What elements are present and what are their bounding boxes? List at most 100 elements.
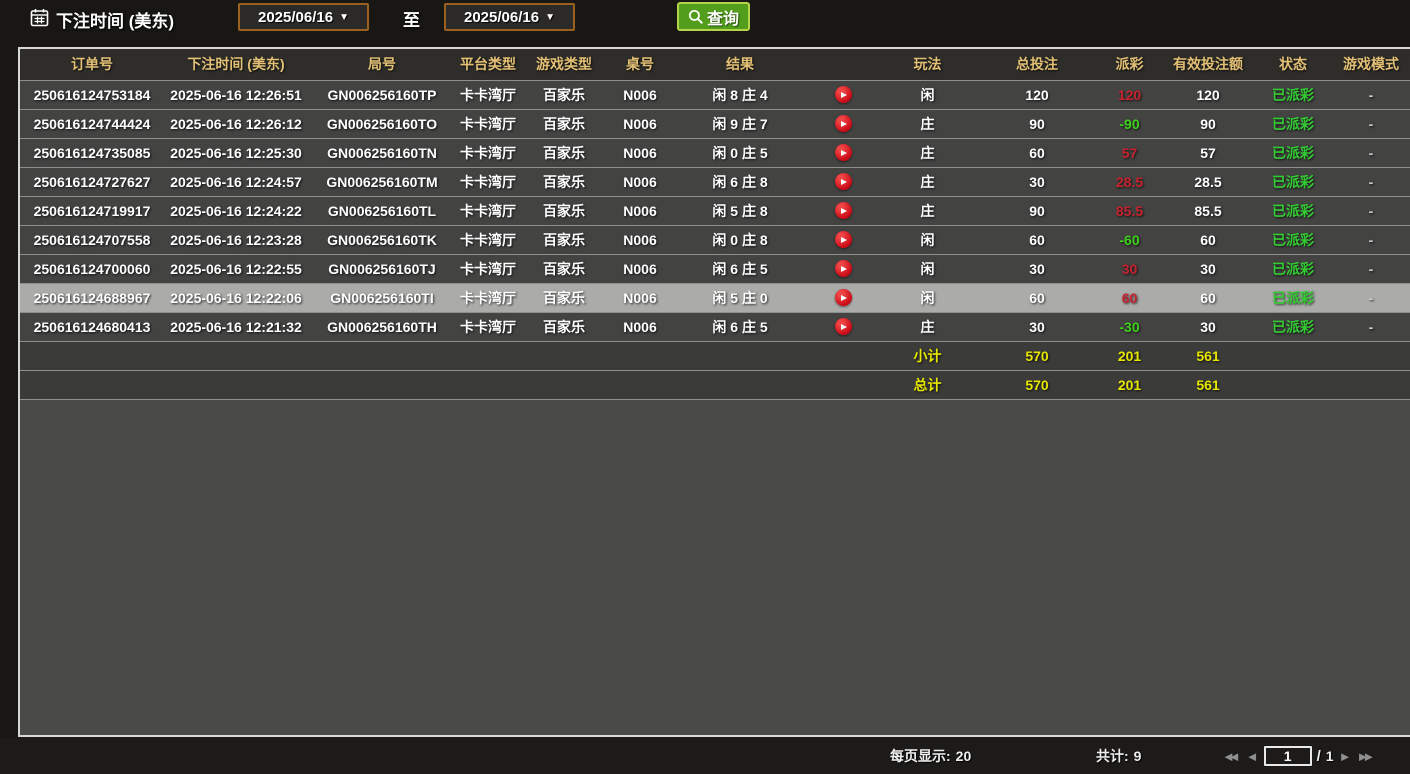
per-page-value: 20 [956, 748, 972, 764]
cell-game-type: 百家乐 [520, 138, 608, 167]
sum-valid-bet: 561 [1162, 370, 1254, 399]
cell-valid-bet: 60 [1162, 225, 1254, 254]
cell-replay [808, 167, 878, 196]
cell-round: GN006256160TI [308, 283, 456, 312]
cell-valid-bet: 28.5 [1162, 167, 1254, 196]
play-triangle [841, 266, 847, 272]
cell-payout: -60 [1097, 225, 1162, 254]
table-row[interactable]: 2506161247199172025-06-16 12:24:22GN0062… [20, 196, 1410, 225]
cell-replay [808, 109, 878, 138]
table-row[interactable]: 2506161247000602025-06-16 12:22:55GN0062… [20, 254, 1410, 283]
last-page-icon[interactable]: ►► [1356, 750, 1375, 763]
cell-platform: 卡卡湾厅 [456, 80, 520, 109]
cell-game-mode: - [1332, 80, 1410, 109]
cell-payout: 57 [1097, 138, 1162, 167]
first-page-icon[interactable]: ◄◄ [1222, 750, 1241, 763]
cell-status: 已派彩 [1254, 312, 1332, 341]
sum-total-bet: 570 [977, 370, 1097, 399]
cell-table-no: N006 [608, 80, 672, 109]
filter-bar: 下注时间 (美东) 2025/06/16 ▼ 至 2025/06/16 ▼ 查询 [0, 0, 1410, 47]
column-header-bet-on: 玩法 [878, 49, 977, 80]
column-header-replay [808, 49, 878, 80]
next-page-icon[interactable]: ► [1339, 750, 1352, 763]
cell-order: 250616124700060 [20, 254, 164, 283]
cell-bet-on: 闲 [878, 80, 977, 109]
cell-status: 已派彩 [1254, 254, 1332, 283]
date-to-value: 2025/06/16 [464, 9, 539, 26]
cell-bet-on: 庄 [878, 138, 977, 167]
cell-round: GN006256160TH [308, 312, 456, 341]
cell-game-type: 百家乐 [520, 283, 608, 312]
cell-round: GN006256160TN [308, 138, 456, 167]
cell-result: 闲 9 庄 7 [672, 109, 808, 138]
date-from-value: 2025/06/16 [258, 9, 333, 26]
replay-play-icon[interactable] [835, 231, 852, 248]
page-input[interactable] [1264, 746, 1312, 766]
cell-valid-bet: 90 [1162, 109, 1254, 138]
replay-play-icon[interactable] [835, 115, 852, 132]
table-row[interactable]: 2506161247350852025-06-16 12:25:30GN0062… [20, 138, 1410, 167]
cell-result: 闲 5 庄 0 [672, 283, 808, 312]
cell-time: 2025-06-16 12:25:30 [164, 138, 308, 167]
cell-order: 250616124688967 [20, 283, 164, 312]
cell-status: 已派彩 [1254, 225, 1332, 254]
replay-play-icon[interactable] [835, 318, 852, 335]
cell-table-no: N006 [608, 312, 672, 341]
prev-page-icon[interactable]: ◄ [1246, 750, 1259, 763]
cell-payout: -30 [1097, 312, 1162, 341]
cell-round: GN006256160TL [308, 196, 456, 225]
table-row[interactable]: 2506161246804132025-06-16 12:21:32GN0062… [20, 312, 1410, 341]
replay-play-icon[interactable] [835, 260, 852, 277]
play-triangle [841, 179, 847, 185]
table-row[interactable]: 2506161246889672025-06-16 12:22:06GN0062… [20, 283, 1410, 312]
replay-play-icon[interactable] [835, 173, 852, 190]
search-button[interactable]: 查询 [677, 2, 750, 31]
cell-table-no: N006 [608, 225, 672, 254]
cell-bet-on: 闲 [878, 254, 977, 283]
cell-platform: 卡卡湾厅 [456, 225, 520, 254]
table-panel: 订单号下注时间 (美东)局号平台类型游戏类型桌号结果玩法总投注派彩有效投注额状态… [18, 47, 1410, 737]
cell-time: 2025-06-16 12:26:12 [164, 109, 308, 138]
replay-play-icon[interactable] [835, 86, 852, 103]
cell-payout: 85.5 [1097, 196, 1162, 225]
cell-order: 250616124707558 [20, 225, 164, 254]
cell-payout: -90 [1097, 109, 1162, 138]
column-header-payout: 派彩 [1097, 49, 1162, 80]
cell-result: 闲 6 庄 5 [672, 254, 808, 283]
cell-valid-bet: 30 [1162, 254, 1254, 283]
cell-round: GN006256160TK [308, 225, 456, 254]
cell-time: 2025-06-16 12:22:06 [164, 283, 308, 312]
cell-table-no: N006 [608, 283, 672, 312]
cell-time: 2025-06-16 12:21:32 [164, 312, 308, 341]
filter-title: 下注时间 (美东) [56, 7, 174, 32]
cell-time: 2025-06-16 12:22:55 [164, 254, 308, 283]
search-button-label: 查询 [707, 5, 739, 29]
cell-table-no: N006 [608, 138, 672, 167]
table-row[interactable]: 2506161247444242025-06-16 12:26:12GN0062… [20, 109, 1410, 138]
cell-payout: 60 [1097, 283, 1162, 312]
replay-play-icon[interactable] [835, 289, 852, 306]
table-row[interactable]: 2506161247531842025-06-16 12:26:51GN0062… [20, 80, 1410, 109]
cell-total-bet: 30 [977, 312, 1097, 341]
cell-game-type: 百家乐 [520, 196, 608, 225]
sum-valid-bet: 561 [1162, 341, 1254, 370]
date-to-select[interactable]: 2025/06/16 ▼ [444, 3, 575, 31]
cell-result: 闲 0 庄 8 [672, 225, 808, 254]
cell-status: 已派彩 [1254, 283, 1332, 312]
replay-play-icon[interactable] [835, 202, 852, 219]
cell-total-bet: 120 [977, 80, 1097, 109]
table-row[interactable]: 2506161247075582025-06-16 12:23:28GN0062… [20, 225, 1410, 254]
replay-play-icon[interactable] [835, 144, 852, 161]
column-header-total-bet: 总投注 [977, 49, 1097, 80]
cell-valid-bet: 30 [1162, 312, 1254, 341]
bet-history-table: 订单号下注时间 (美东)局号平台类型游戏类型桌号结果玩法总投注派彩有效投注额状态… [20, 49, 1410, 400]
cell-status: 已派彩 [1254, 138, 1332, 167]
cell-round: GN006256160TO [308, 109, 456, 138]
table-row[interactable]: 2506161247276272025-06-16 12:24:57GN0062… [20, 167, 1410, 196]
pager: ◄◄ ◄ / 1 ► ►► [1222, 746, 1375, 766]
cell-game-type: 百家乐 [520, 312, 608, 341]
cell-order: 250616124727627 [20, 167, 164, 196]
cell-bet-on: 闲 [878, 283, 977, 312]
cell-replay [808, 254, 878, 283]
date-from-select[interactable]: 2025/06/16 ▼ [238, 3, 369, 31]
